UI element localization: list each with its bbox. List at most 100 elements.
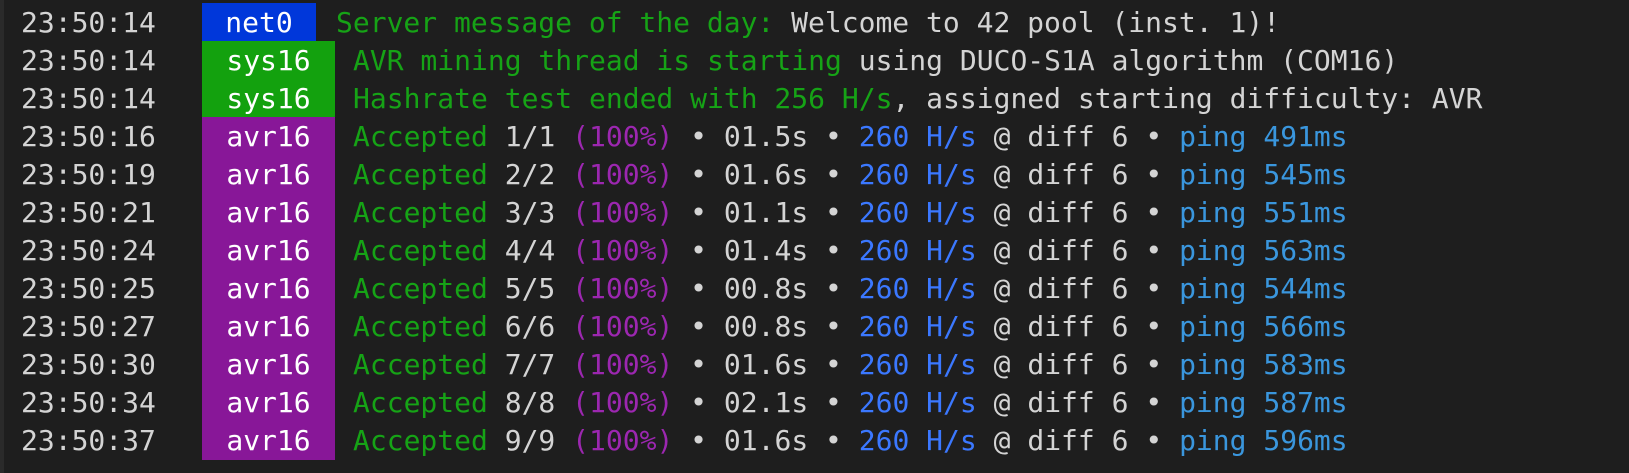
log-line: 23:50:14 sys16 AVR mining thread is star… xyxy=(4,41,1398,80)
ping: ping 587ms xyxy=(1179,386,1348,419)
message-label: Hashrate test ended with 256 H/s xyxy=(353,82,893,115)
source-tag: net0 xyxy=(202,3,316,42)
share-count: 2/2 xyxy=(487,158,573,191)
timestamp: 23:50:27 xyxy=(21,310,156,343)
source-tag: avr16 xyxy=(202,231,335,270)
source-tag: avr16 xyxy=(202,345,335,384)
share-line: 23:50:25 avr16 Accepted 5/5 (100%) • 00.… xyxy=(4,269,1348,308)
difficulty: @ diff 6 • xyxy=(976,310,1180,343)
log-line: 23:50:14 sys16 Hashrate test ended with … xyxy=(4,79,1482,118)
accepted-label: Accepted xyxy=(353,310,488,343)
timestamp: 23:50:14 xyxy=(21,44,156,77)
share-line: 23:50:16 avr16 Accepted 1/1 (100%) • 01.… xyxy=(4,117,1348,156)
hashrate: 260 H/s xyxy=(858,424,977,457)
share-message: Accepted 2/2 (100%) • 01.6s • 260 H/s @ … xyxy=(335,155,1348,194)
share-count: 3/3 xyxy=(487,196,573,229)
message-text: using DUCO-S1A algorithm (COM16) xyxy=(841,44,1399,77)
difficulty: @ diff 6 • xyxy=(976,234,1180,267)
share-count: 6/6 xyxy=(487,310,573,343)
message-label: AVR mining thread is starting xyxy=(353,44,842,77)
share-message: Accepted 3/3 (100%) • 01.1s • 260 H/s @ … xyxy=(335,193,1348,232)
ping: ping 491ms xyxy=(1179,120,1348,153)
share-duration: • 00.8s • xyxy=(673,310,859,343)
timestamp: 23:50:24 xyxy=(21,234,156,267)
share-line: 23:50:24 avr16 Accepted 4/4 (100%) • 01.… xyxy=(4,231,1348,270)
log-message: Server message of the day: Welcome to 42… xyxy=(316,3,1280,42)
timestamp: 23:50:19 xyxy=(21,158,156,191)
message-label: Server message of the day: xyxy=(336,6,775,39)
source-tag: avr16 xyxy=(202,117,335,156)
difficulty: @ diff 6 • xyxy=(976,272,1180,305)
hashrate: 260 H/s xyxy=(858,310,977,343)
source-tag: avr16 xyxy=(202,269,335,308)
difficulty: @ diff 6 • xyxy=(976,424,1180,457)
share-duration: • 01.4s • xyxy=(673,234,859,267)
source-tag: avr16 xyxy=(202,193,335,232)
accepted-label: Accepted xyxy=(353,424,488,457)
share-duration: • 01.6s • xyxy=(673,158,859,191)
share-line: 23:50:37 avr16 Accepted 9/9 (100%) • 01.… xyxy=(4,421,1348,460)
accepted-label: Accepted xyxy=(353,158,488,191)
timestamp: 23:50:14 xyxy=(21,6,156,39)
share-percent: (100%) xyxy=(572,386,674,419)
share-message: Accepted 4/4 (100%) • 01.4s • 260 H/s @ … xyxy=(335,231,1348,270)
share-count: 8/8 xyxy=(487,386,573,419)
ping: ping 544ms xyxy=(1179,272,1348,305)
terminal-output[interactable]: 23:50:14 net0 Server message of the day:… xyxy=(0,0,1629,473)
share-message: Accepted 1/1 (100%) • 01.5s • 260 H/s @ … xyxy=(335,117,1348,156)
share-percent: (100%) xyxy=(572,158,674,191)
difficulty: @ diff 6 • xyxy=(976,196,1180,229)
timestamp: 23:50:25 xyxy=(21,272,156,305)
hashrate: 260 H/s xyxy=(858,234,977,267)
ping: ping 551ms xyxy=(1179,196,1348,229)
source-tag: sys16 xyxy=(202,79,335,118)
share-line: 23:50:21 avr16 Accepted 3/3 (100%) • 01.… xyxy=(4,193,1348,232)
share-count: 7/7 xyxy=(487,348,573,381)
share-percent: (100%) xyxy=(572,196,674,229)
hashrate: 260 H/s xyxy=(858,272,977,305)
share-line: 23:50:30 avr16 Accepted 7/7 (100%) • 01.… xyxy=(4,345,1348,384)
difficulty: @ diff 6 • xyxy=(976,158,1180,191)
hashrate: 260 H/s xyxy=(858,386,977,419)
share-percent: (100%) xyxy=(572,310,674,343)
share-duration: • 01.1s • xyxy=(673,196,859,229)
hashrate: 260 H/s xyxy=(858,348,977,381)
share-duration: • 02.1s • xyxy=(673,386,859,419)
hashrate: 260 H/s xyxy=(858,196,977,229)
source-tag: avr16 xyxy=(202,421,335,460)
share-duration: • 00.8s • xyxy=(673,272,859,305)
hashrate: 260 H/s xyxy=(858,120,977,153)
share-count: 5/5 xyxy=(487,272,573,305)
ping: ping 566ms xyxy=(1179,310,1348,343)
ping: ping 545ms xyxy=(1179,158,1348,191)
difficulty: @ diff 6 • xyxy=(976,386,1180,419)
share-percent: (100%) xyxy=(572,272,674,305)
accepted-label: Accepted xyxy=(353,234,488,267)
share-count: 4/4 xyxy=(487,234,573,267)
share-duration: • 01.6s • xyxy=(673,348,859,381)
timestamp: 23:50:34 xyxy=(21,386,156,419)
accepted-label: Accepted xyxy=(353,272,488,305)
share-message: Accepted 6/6 (100%) • 00.8s • 260 H/s @ … xyxy=(335,307,1348,346)
difficulty: @ diff 6 • xyxy=(976,348,1180,381)
timestamp: 23:50:14 xyxy=(21,82,156,115)
ping: ping 583ms xyxy=(1179,348,1348,381)
log-message: AVR mining thread is starting using DUCO… xyxy=(335,41,1398,80)
share-message: Accepted 9/9 (100%) • 01.6s • 260 H/s @ … xyxy=(335,421,1348,460)
message-text: Welcome to 42 pool (inst. 1)! xyxy=(774,6,1281,39)
share-message: Accepted 5/5 (100%) • 00.8s • 260 H/s @ … xyxy=(335,269,1348,308)
hashrate: 260 H/s xyxy=(858,158,977,191)
share-percent: (100%) xyxy=(572,120,674,153)
share-percent: (100%) xyxy=(572,234,674,267)
timestamp: 23:50:21 xyxy=(21,196,156,229)
share-line: 23:50:27 avr16 Accepted 6/6 (100%) • 00.… xyxy=(4,307,1348,346)
source-tag: avr16 xyxy=(202,383,335,422)
share-duration: • 01.5s • xyxy=(673,120,859,153)
source-tag: sys16 xyxy=(202,41,335,80)
share-line: 23:50:34 avr16 Accepted 8/8 (100%) • 02.… xyxy=(4,383,1348,422)
share-percent: (100%) xyxy=(572,348,674,381)
share-message: Accepted 8/8 (100%) • 02.1s • 260 H/s @ … xyxy=(335,383,1348,422)
timestamp: 23:50:16 xyxy=(21,120,156,153)
message-text: , assigned starting difficulty: AVR xyxy=(892,82,1483,115)
timestamp: 23:50:30 xyxy=(21,348,156,381)
